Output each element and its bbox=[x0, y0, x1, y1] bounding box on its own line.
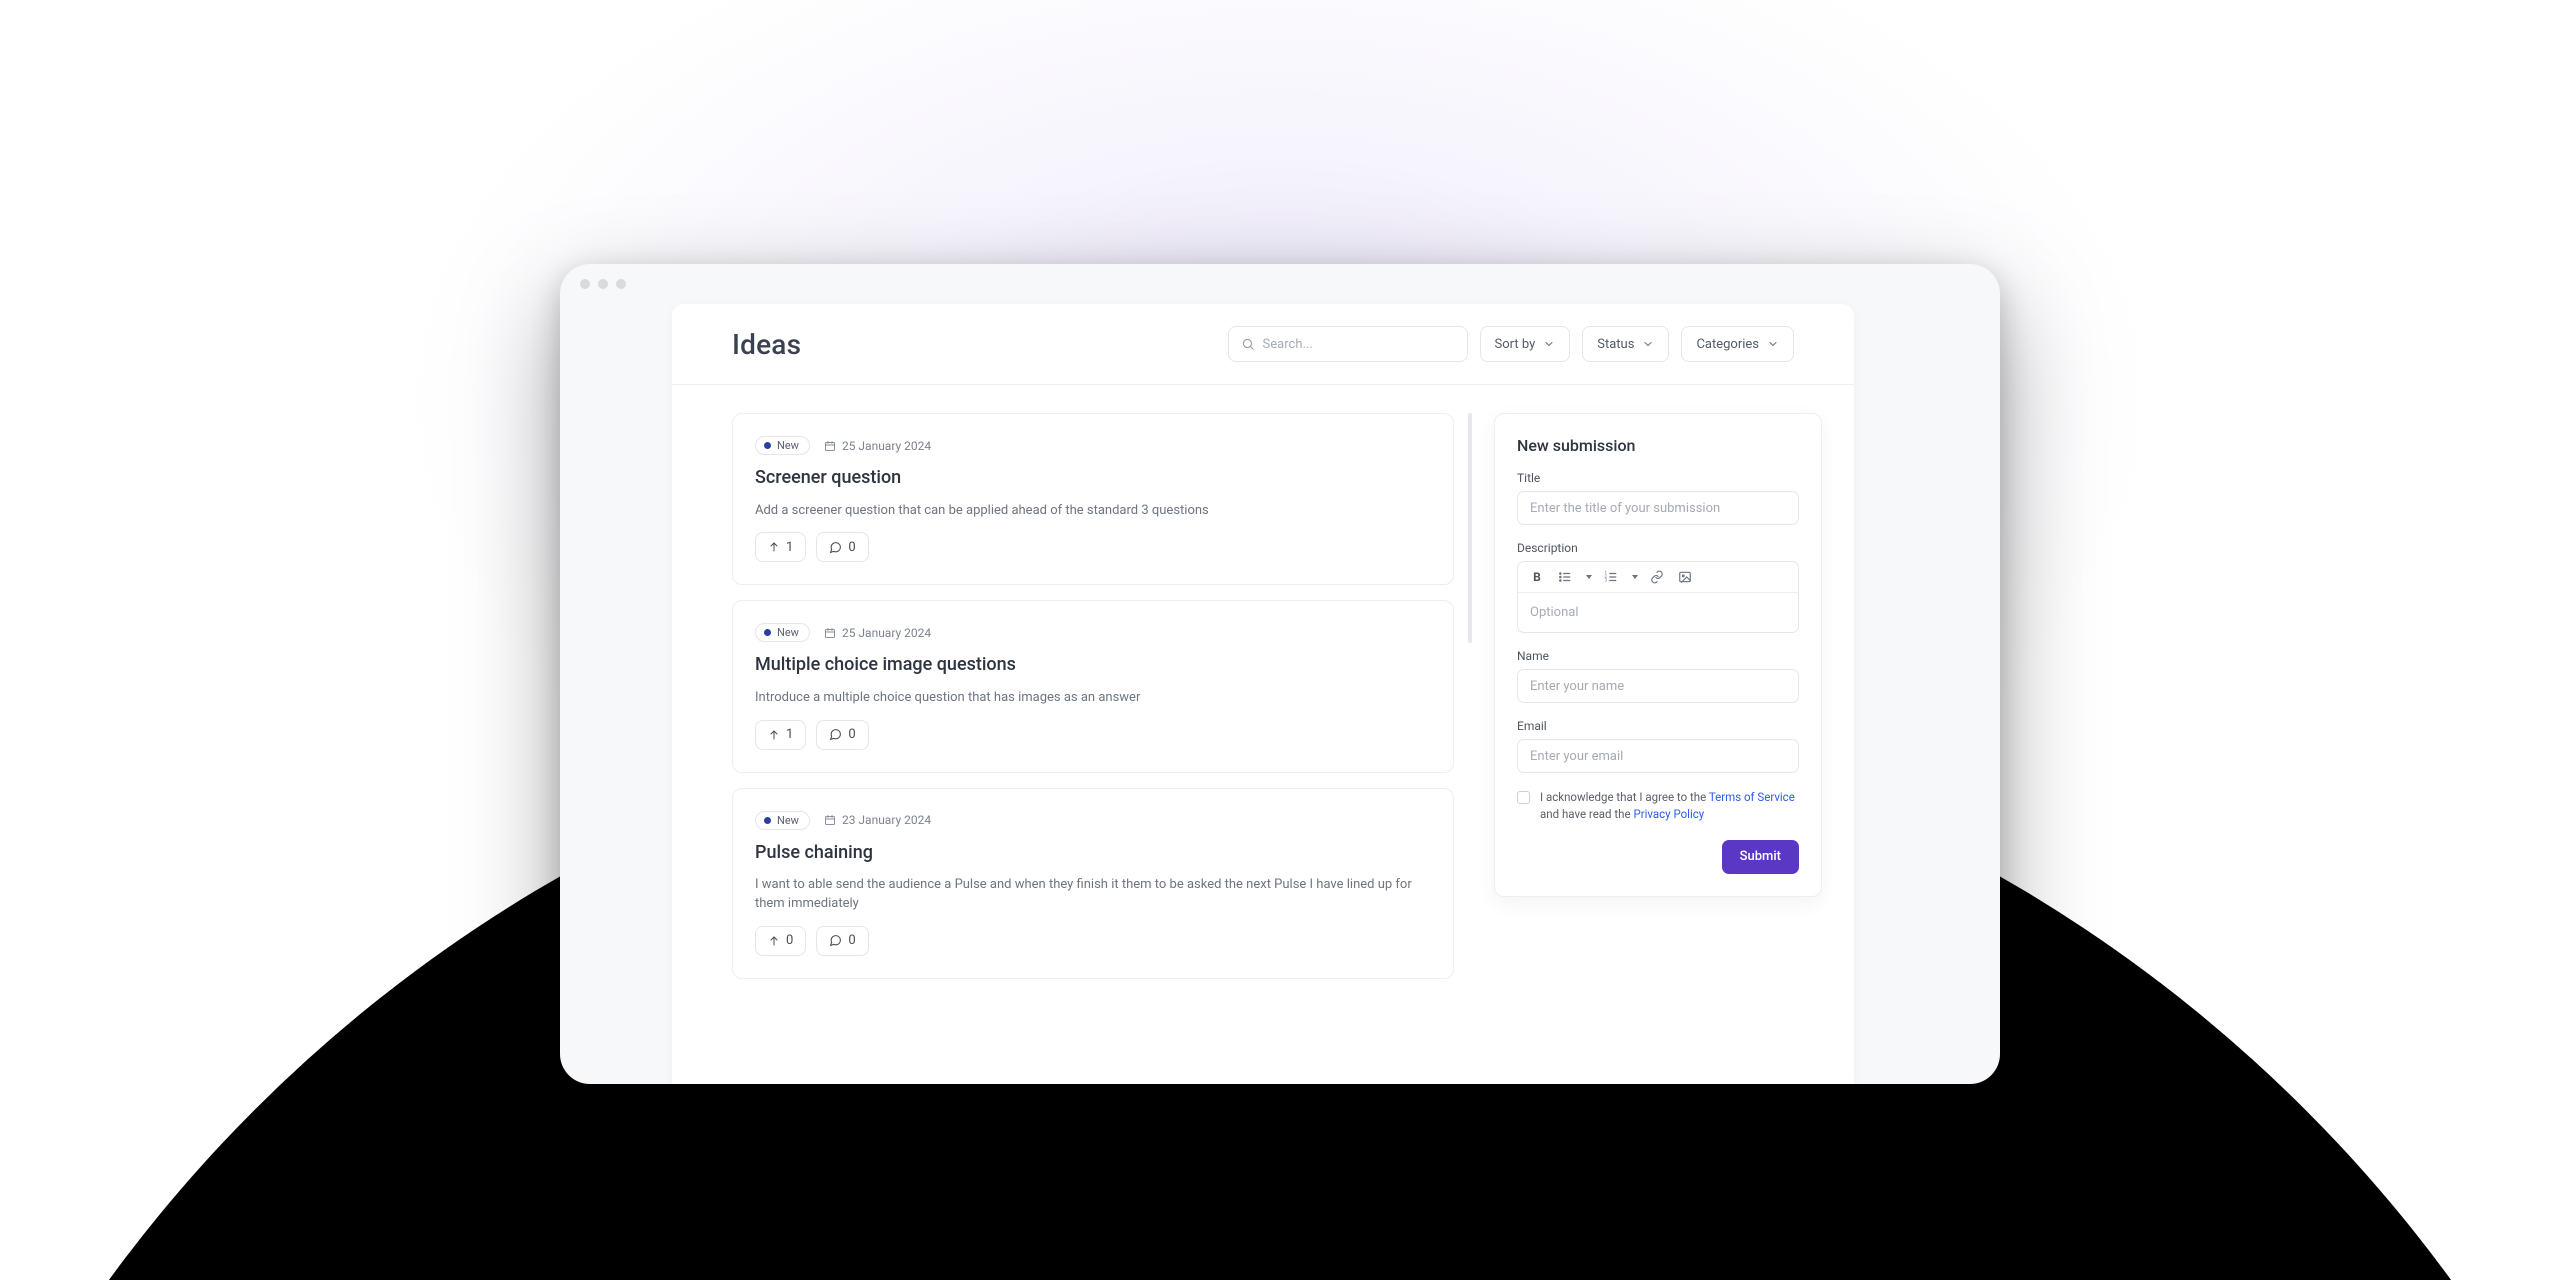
status-chip-label: New bbox=[777, 439, 799, 452]
idea-date-text: 25 January 2024 bbox=[842, 626, 931, 640]
comment-count: 0 bbox=[848, 933, 855, 948]
vote-count: 0 bbox=[786, 933, 793, 948]
privacy-link[interactable]: Privacy Policy bbox=[1633, 807, 1704, 821]
arrow-up-icon bbox=[768, 935, 780, 947]
idea-card[interactable]: New 25 January 2024 Multiple choice imag… bbox=[732, 600, 1454, 772]
idea-title: Pulse chaining bbox=[755, 842, 1431, 865]
chevron-down-icon bbox=[1767, 338, 1779, 350]
app-header: Ideas Sort by bbox=[672, 304, 1854, 385]
arrow-up-icon bbox=[768, 541, 780, 553]
calendar-icon bbox=[824, 440, 836, 452]
status-dropdown[interactable]: Status bbox=[1582, 326, 1669, 362]
comment-count: 0 bbox=[848, 540, 855, 555]
status-dot-icon bbox=[764, 629, 771, 636]
arrow-up-icon bbox=[768, 729, 780, 741]
name-label: Name bbox=[1517, 649, 1799, 663]
categories-dropdown[interactable]: Categories bbox=[1681, 326, 1794, 362]
consent-middle: and have read the bbox=[1540, 807, 1633, 821]
app-frame: Ideas Sort by bbox=[672, 304, 1854, 1084]
window-dot bbox=[598, 279, 608, 289]
comment-icon bbox=[829, 934, 842, 947]
idea-description: I want to able send the audience a Pulse… bbox=[755, 876, 1431, 914]
idea-date: 23 January 2024 bbox=[824, 813, 931, 827]
page-title: Ideas bbox=[732, 328, 801, 361]
upvote-button[interactable]: 1 bbox=[755, 720, 806, 750]
categories-label: Categories bbox=[1696, 337, 1759, 352]
bullet-list-icon[interactable] bbox=[1556, 568, 1574, 586]
bold-icon[interactable]: B bbox=[1528, 568, 1546, 586]
idea-title: Multiple choice image questions bbox=[755, 654, 1431, 677]
idea-title: Screener question bbox=[755, 467, 1431, 490]
upvote-button[interactable]: 1 bbox=[755, 532, 806, 562]
status-chip: New bbox=[755, 811, 810, 830]
calendar-icon bbox=[824, 814, 836, 826]
idea-date-text: 25 January 2024 bbox=[842, 439, 931, 453]
terms-link[interactable]: Terms of Service bbox=[1709, 790, 1795, 804]
toolbar: Sort by Status Categorie bbox=[1228, 326, 1794, 362]
status-dot-icon bbox=[764, 817, 771, 824]
sort-by-dropdown[interactable]: Sort by bbox=[1480, 326, 1571, 362]
email-label: Email bbox=[1517, 719, 1799, 733]
dropdown-caret-icon[interactable] bbox=[1586, 575, 1592, 579]
comments-button[interactable]: 0 bbox=[816, 532, 868, 562]
vote-count: 1 bbox=[786, 727, 793, 742]
comment-icon bbox=[829, 541, 842, 554]
search-input[interactable] bbox=[1263, 337, 1455, 352]
description-label: Description bbox=[1517, 541, 1799, 555]
window-titlebar bbox=[560, 264, 2000, 304]
browser-window: Ideas Sort by bbox=[560, 264, 2000, 1084]
title-label: Title bbox=[1517, 471, 1799, 485]
comments-button[interactable]: 0 bbox=[816, 720, 868, 750]
status-chip: New bbox=[755, 436, 810, 455]
title-input[interactable] bbox=[1517, 491, 1799, 525]
image-icon[interactable] bbox=[1676, 568, 1694, 586]
comment-count: 0 bbox=[848, 727, 855, 742]
consent-row: I acknowledge that I agree to the Terms … bbox=[1517, 789, 1799, 824]
dropdown-caret-icon[interactable] bbox=[1632, 575, 1638, 579]
window-dot bbox=[580, 279, 590, 289]
submit-button[interactable]: Submit bbox=[1722, 840, 1799, 874]
chevron-down-icon bbox=[1543, 338, 1555, 350]
idea-card[interactable]: New 25 January 2024 Screener question Ad… bbox=[732, 413, 1454, 585]
scrollbar-thumb[interactable] bbox=[1468, 413, 1472, 643]
status-chip: New bbox=[755, 623, 810, 642]
status-dot-icon bbox=[764, 442, 771, 449]
numbered-list-icon[interactable]: 123 bbox=[1602, 568, 1620, 586]
idea-date: 25 January 2024 bbox=[824, 626, 931, 640]
consent-text: I acknowledge that I agree to the Terms … bbox=[1540, 789, 1799, 824]
search-icon bbox=[1241, 337, 1255, 351]
vote-count: 1 bbox=[786, 540, 793, 555]
idea-card[interactable]: New 23 January 2024 Pulse chaining I wan… bbox=[732, 788, 1454, 979]
window-controls bbox=[580, 279, 626, 289]
idea-date: 25 January 2024 bbox=[824, 439, 931, 453]
status-chip-label: New bbox=[777, 814, 799, 827]
window-dot bbox=[616, 279, 626, 289]
link-icon[interactable] bbox=[1648, 568, 1666, 586]
idea-description: Add a screener question that can be appl… bbox=[755, 502, 1431, 521]
comments-button[interactable]: 0 bbox=[816, 926, 868, 956]
idea-description: Introduce a multiple choice question tha… bbox=[755, 689, 1431, 708]
status-label: Status bbox=[1597, 337, 1634, 352]
idea-date-text: 23 January 2024 bbox=[842, 813, 931, 827]
consent-prefix: I acknowledge that I agree to the bbox=[1540, 790, 1709, 804]
upvote-button[interactable]: 0 bbox=[755, 926, 806, 956]
calendar-icon bbox=[824, 627, 836, 639]
new-submission-panel: New submission Title Description B bbox=[1494, 413, 1822, 897]
ideas-list: New 25 January 2024 Screener question Ad… bbox=[732, 413, 1466, 979]
svg-text:3: 3 bbox=[1605, 578, 1608, 583]
consent-checkbox[interactable] bbox=[1517, 791, 1530, 804]
comment-icon bbox=[829, 728, 842, 741]
sort-by-label: Sort by bbox=[1495, 337, 1536, 352]
email-input[interactable] bbox=[1517, 739, 1799, 773]
description-editor[interactable]: B 123 bbox=[1517, 561, 1799, 633]
search-field[interactable] bbox=[1228, 326, 1468, 362]
scrollbar[interactable] bbox=[1468, 413, 1472, 979]
chevron-down-icon bbox=[1642, 338, 1654, 350]
description-body[interactable]: Optional bbox=[1518, 593, 1798, 632]
name-input[interactable] bbox=[1517, 669, 1799, 703]
status-chip-label: New bbox=[777, 626, 799, 639]
panel-title: New submission bbox=[1517, 436, 1799, 455]
rte-toolbar: B 123 bbox=[1518, 562, 1798, 593]
